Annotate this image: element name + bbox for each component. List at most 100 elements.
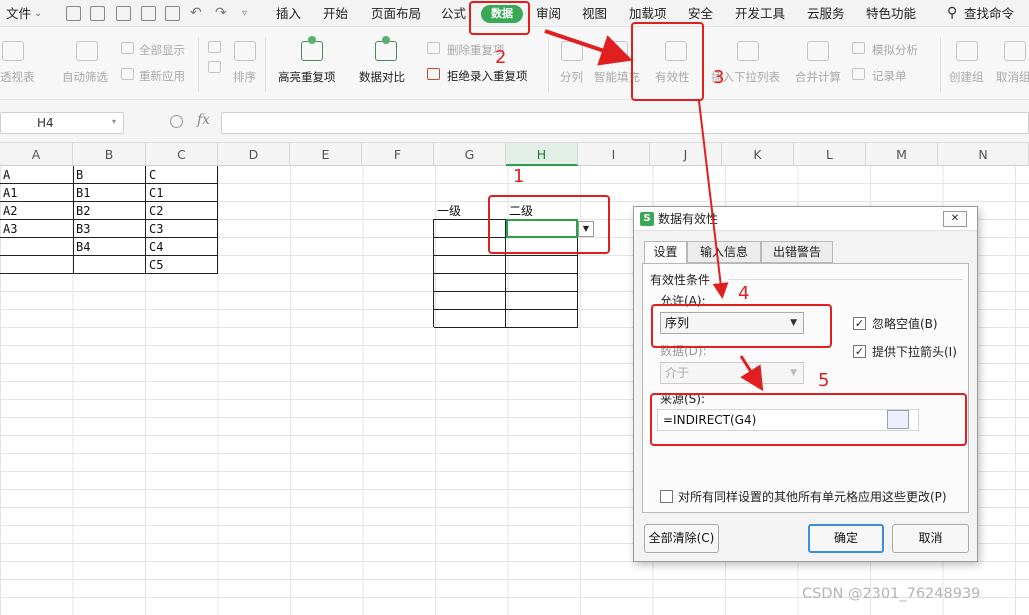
cell-c6[interactable]: C5 bbox=[146, 256, 163, 274]
print-preview-icon[interactable] bbox=[165, 6, 180, 21]
undo-icon[interactable]: ↶ bbox=[190, 0, 202, 27]
sort-ascending-icon[interactable] bbox=[208, 41, 221, 53]
cell-a6[interactable] bbox=[0, 256, 3, 274]
column-header-g[interactable]: G bbox=[434, 143, 506, 166]
cell-c4[interactable]: C3 bbox=[146, 220, 163, 238]
tab-developer[interactable]: 开发工具 bbox=[735, 0, 785, 27]
tab-review[interactable]: 审阅 bbox=[536, 0, 561, 27]
tab-view[interactable]: 视图 bbox=[582, 0, 607, 27]
cell-c2[interactable]: C1 bbox=[146, 184, 163, 202]
data-select-value: 介于 bbox=[665, 366, 690, 380]
split-column-button[interactable]: 分列 bbox=[560, 69, 583, 85]
tab-insert[interactable]: 插入 bbox=[276, 0, 301, 27]
export-pdf-icon[interactable] bbox=[116, 6, 131, 21]
column-header-m[interactable]: M bbox=[866, 143, 938, 166]
tab-features[interactable]: 特色功能 bbox=[866, 0, 916, 27]
cell-a5[interactable] bbox=[0, 238, 3, 256]
cell-c5[interactable]: C4 bbox=[146, 238, 163, 256]
reapply-button[interactable]: 重新应用 bbox=[139, 68, 185, 84]
table-border bbox=[434, 291, 578, 292]
cancel-button[interactable]: 取消 bbox=[892, 524, 969, 553]
cell-b5[interactable]: B4 bbox=[73, 238, 90, 256]
consolidate-button[interactable]: 合并计算 bbox=[795, 69, 841, 85]
annotation-box-validity bbox=[631, 22, 704, 101]
ignore-blank-checkbox[interactable]: ✓ bbox=[853, 317, 866, 330]
save-icon[interactable] bbox=[90, 6, 105, 21]
column-header-d[interactable]: D bbox=[218, 143, 290, 166]
group-button[interactable]: 创建组 bbox=[949, 69, 984, 85]
menu-file-chevron-icon[interactable]: ⌄ bbox=[34, 0, 42, 27]
cell-a3[interactable]: A2 bbox=[0, 202, 17, 220]
column-header-h[interactable]: H bbox=[506, 143, 578, 166]
reapply-icon bbox=[121, 68, 134, 80]
cell-a4[interactable]: A3 bbox=[0, 220, 17, 238]
show-all-button[interactable]: 全部显示 bbox=[139, 42, 185, 58]
reject-duplicates-icon bbox=[427, 68, 440, 80]
level1-header[interactable]: 一级 bbox=[434, 202, 461, 220]
cell-b2[interactable]: B1 bbox=[73, 184, 90, 202]
name-box[interactable]: H4 bbox=[0, 112, 124, 134]
watermark: CSDN @2301_76248939 bbox=[802, 586, 981, 602]
cell-b4[interactable]: B3 bbox=[73, 220, 90, 238]
cell-b1[interactable]: B bbox=[73, 166, 83, 184]
tab-page-layout[interactable]: 页面布局 bbox=[371, 0, 421, 27]
sort-button[interactable]: 排序 bbox=[233, 69, 256, 85]
menu-file[interactable]: 文件 bbox=[6, 0, 31, 27]
tab-formulas[interactable]: 公式 bbox=[441, 0, 466, 27]
table-border bbox=[217, 166, 218, 273]
open-folder-icon[interactable] bbox=[66, 6, 81, 21]
sort-descending-icon[interactable] bbox=[208, 61, 221, 73]
redo-icon[interactable]: ↷ bbox=[215, 0, 227, 27]
pivot-table-button[interactable]: 透视表 bbox=[0, 69, 35, 85]
column-header-a[interactable]: A bbox=[0, 143, 73, 166]
tab-cloud[interactable]: 云服务 bbox=[807, 0, 845, 27]
cell-c1[interactable]: C bbox=[146, 166, 156, 184]
cell-c3[interactable]: C2 bbox=[146, 202, 163, 220]
column-header-k[interactable]: K bbox=[722, 143, 794, 166]
ok-button[interactable]: 确定 bbox=[808, 524, 884, 553]
auto-filter-button[interactable]: 自动筛选 bbox=[62, 69, 108, 85]
column-header-n[interactable]: N bbox=[938, 143, 1029, 166]
table-border bbox=[145, 166, 146, 273]
name-box-chevron-icon[interactable]: ▾ bbox=[112, 117, 116, 127]
column-header-c[interactable]: C bbox=[146, 143, 218, 166]
formula-input[interactable] bbox=[221, 112, 1029, 134]
dropdown-arrow-checkbox[interactable]: ✓ bbox=[853, 345, 866, 358]
zoom-icon[interactable] bbox=[170, 115, 183, 128]
column-header-e[interactable]: E bbox=[290, 143, 362, 166]
reject-duplicates-button[interactable]: 拒绝录入重复项 bbox=[447, 68, 528, 84]
annotation-number-1: 1 bbox=[513, 166, 525, 187]
column-header-f[interactable]: F bbox=[362, 143, 434, 166]
quick-access-chevron-icon[interactable]: ▿ bbox=[242, 0, 247, 27]
apply-all-checkbox[interactable] bbox=[660, 490, 673, 503]
search-icon[interactable]: ⚲ bbox=[947, 0, 957, 27]
record-form-button[interactable]: 记录单 bbox=[872, 68, 907, 84]
dialog-titlebar: S 数据有效性 ✕ bbox=[634, 207, 977, 231]
annotation-number-4: 4 bbox=[738, 283, 750, 304]
column-header-b[interactable]: B bbox=[73, 143, 146, 166]
data-select[interactable]: 介于 ▼ bbox=[660, 362, 804, 384]
fx-icon[interactable]: fx bbox=[197, 112, 210, 128]
print-icon[interactable] bbox=[141, 6, 156, 21]
ribbon-separator bbox=[548, 37, 549, 92]
column-header-j[interactable]: J bbox=[650, 143, 722, 166]
cell-a1[interactable]: A bbox=[0, 166, 10, 184]
tab-home[interactable]: 开始 bbox=[323, 0, 348, 27]
apply-all-label: 对所有同样设置的其他所有单元格应用这些更改(P) bbox=[678, 490, 947, 504]
column-header-i[interactable]: I bbox=[578, 143, 650, 166]
ungroup-button[interactable]: 取消组 bbox=[996, 69, 1029, 85]
search-command[interactable]: 查找命令 bbox=[964, 0, 1014, 27]
settings-panel: 有效性条件 允许(A): 序列 ▼ ✓ 忽略空值(B) ✓ 提供下拉箭头(I) … bbox=[642, 263, 969, 513]
tab-input-message[interactable]: 输入信息 bbox=[687, 241, 761, 263]
cell-b3[interactable]: B2 bbox=[73, 202, 90, 220]
close-button[interactable]: ✕ bbox=[943, 211, 967, 227]
clear-all-button[interactable]: 全部清除(C) bbox=[644, 524, 719, 553]
cell-a2[interactable]: A1 bbox=[0, 184, 17, 202]
what-if-button[interactable]: 模拟分析 bbox=[872, 42, 918, 58]
column-header-l[interactable]: L bbox=[794, 143, 866, 166]
chevron-down-icon: ▼ bbox=[790, 368, 797, 378]
data-compare-button[interactable]: 数据对比 bbox=[359, 69, 405, 85]
tab-settings[interactable]: 设置 bbox=[644, 241, 687, 264]
tab-error-alert[interactable]: 出错警告 bbox=[761, 241, 833, 263]
highlight-duplicates-button[interactable]: 高亮重复项 bbox=[278, 69, 336, 85]
